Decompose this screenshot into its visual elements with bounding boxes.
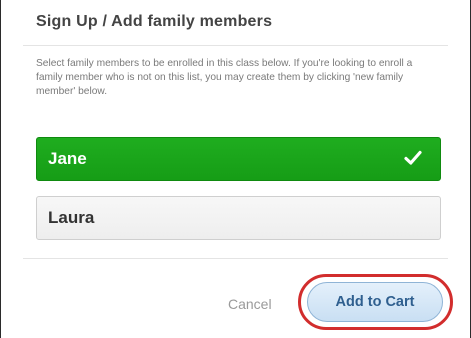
- checkmark-icon: [404, 150, 422, 165]
- family-member-name: Jane: [48, 149, 87, 168]
- dialog-title: Sign Up / Add family members: [36, 13, 273, 30]
- title-divider: [23, 45, 448, 46]
- family-member-name: Laura: [48, 208, 95, 227]
- family-member-option-jane[interactable]: Jane: [36, 137, 441, 181]
- add-to-cart-button[interactable]: Add to Cart: [307, 282, 443, 322]
- dialog-panel: Sign Up / Add family members Select fami…: [0, 0, 471, 338]
- instructions-text: Select family members to be enrolled in …: [36, 58, 413, 97]
- actions-divider: [23, 258, 448, 259]
- cancel-button[interactable]: Cancel: [228, 296, 272, 312]
- family-member-option-laura[interactable]: Laura: [36, 196, 441, 240]
